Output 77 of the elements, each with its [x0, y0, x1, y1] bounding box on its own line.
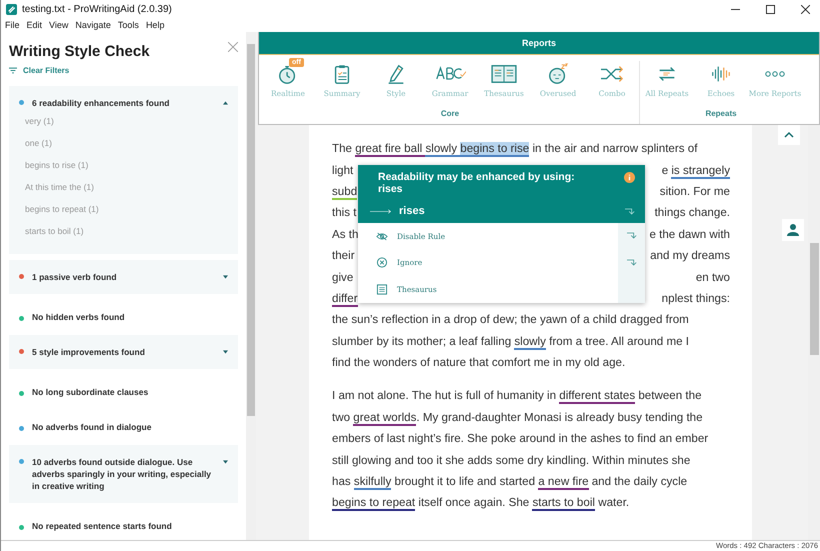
filter-icon: [9, 67, 17, 74]
suggestion-option[interactable]: rises: [370, 205, 635, 217]
text-line: e is strangely: [662, 164, 730, 177]
text-line: two great worlds. My grand-daughter Monasi is already busy tending the: [332, 410, 703, 424]
cancel-icon: [376, 257, 388, 268]
text-line: begins to repeat itself once again. She starts to boil water.: [332, 496, 630, 510]
enter-arrow-icon: [626, 232, 636, 239]
enter-arrow-icon: [625, 208, 635, 214]
text-line: The great fire ball slowly begins to rise in the air and narrow splinters of: [332, 142, 698, 156]
person-icon[interactable]: [782, 219, 804, 241]
suggestion-message: Readability may be enhanced by using: rises: [378, 171, 576, 195]
eye-slash-icon: [376, 230, 388, 242]
menu-item[interactable]: Help: [146, 20, 164, 30]
scrollbar[interactable]: [246, 32, 256, 540]
report-card[interactable]: 1 passive verb found: [9, 260, 238, 294]
menu-item[interactable]: Navigate: [75, 20, 111, 30]
clear-filters-link[interactable]: Clear Filters: [23, 66, 70, 75]
sleepy-face-icon: [547, 62, 569, 84]
book-icon: [376, 284, 388, 295]
spellcheck-icon: [434, 66, 466, 81]
menu-item[interactable]: File: [5, 20, 20, 30]
issue-item[interactable]: At this time the (1): [25, 181, 94, 193]
text-line: nplest things:: [662, 292, 730, 305]
app-logo-icon: [6, 4, 17, 14]
report-card[interactable]: 6 readability enhancements found very (1) one (1) begins to rise (1) At this time the (1) begins to repeat (1) starts to boil (1): [9, 86, 238, 254]
group-title: 6 readability enhancements found: [32, 97, 170, 109]
close-icon[interactable]: [801, 4, 810, 14]
text-line: and my dreams: [650, 249, 730, 262]
caret-icon[interactable]: [223, 101, 228, 105]
arrow-icon: [370, 208, 392, 214]
menu-item[interactable]: Tools: [118, 20, 139, 30]
panel-title: Writing Style Check: [9, 43, 150, 60]
text-line: As th: [332, 228, 358, 241]
section-label: Core: [440, 109, 460, 118]
group-title: 10 adverbs found outside dialogue. Use adverbs sparingly in your writing, especially in creative writing: [32, 456, 212, 492]
issue-item[interactable]: very (1): [25, 115, 54, 127]
window-title: testing.txt - ProWritingAid (2.0.39): [22, 4, 173, 14]
maximize-icon[interactable]: [766, 4, 775, 14]
issue-item[interactable]: starts to boil (1): [25, 225, 84, 237]
text-line: things change.: [654, 206, 730, 220]
caret-icon[interactable]: [223, 460, 228, 464]
text-line: this t: [332, 206, 356, 220]
group-title: No long subordinate clauses: [32, 386, 150, 398]
caret-icon[interactable]: [223, 275, 228, 279]
text-line: embers of last night’s fire. She poke around in the ashes to find an ember: [332, 432, 708, 446]
text-line: light: [332, 164, 354, 177]
text-line: sition. For me: [660, 184, 730, 198]
group-title: 1 passive verb found: [32, 271, 118, 283]
report-card[interactable]: 5 style improvements found: [9, 335, 238, 369]
text-line: give: [332, 270, 354, 284]
menu-item[interactable]: View: [49, 20, 68, 30]
group-title: 5 style improvements found: [32, 346, 146, 358]
issue-item[interactable]: begins to repeat (1): [25, 203, 99, 215]
info-icon: [624, 172, 635, 183]
text-line: still glowing and too it she adds some dry kindling. Within minutes she: [332, 454, 690, 467]
book-icon: [491, 62, 517, 84]
caret-icon[interactable]: [223, 350, 228, 354]
menu-item[interactable]: Edit: [26, 20, 42, 30]
text-line: find the wonders of nature that comfort me in my old age.: [332, 356, 626, 370]
text-line: slumber by its mother; a leaf falling slowly from a tree. All around me I: [332, 334, 689, 348]
text-line: I am not alone. The hut is full of humanity in different states between the: [332, 389, 702, 402]
text-line: the sun’s reflection in a drop of dew; the yawn of a child dragged from: [332, 313, 689, 326]
issue-item[interactable]: one (1): [25, 137, 52, 149]
more-icon: [765, 70, 785, 76]
text-line: en two: [696, 270, 730, 284]
text-line: their: [332, 249, 355, 262]
chevron-up-icon[interactable]: [778, 125, 800, 145]
issue-item[interactable]: begins to rise (1): [25, 159, 88, 171]
text-line: has skilfully brought it to life and started a new fire and the daily cycle: [332, 475, 688, 488]
group-title: No repeated sentence starts found: [32, 520, 173, 532]
text-line: e the dawn with: [649, 228, 730, 241]
report-card[interactable]: 10 adverbs found outside dialogue. Use adverbs sparingly in your writing, especially in creative writing: [9, 445, 238, 503]
group-title: No adverbs found in dialogue: [32, 421, 152, 433]
reports-header: Reports: [259, 32, 819, 55]
enter-arrow-icon: [626, 258, 636, 266]
group-title: No hidden verbs found: [32, 311, 126, 323]
section-label: Repeats: [705, 109, 737, 118]
